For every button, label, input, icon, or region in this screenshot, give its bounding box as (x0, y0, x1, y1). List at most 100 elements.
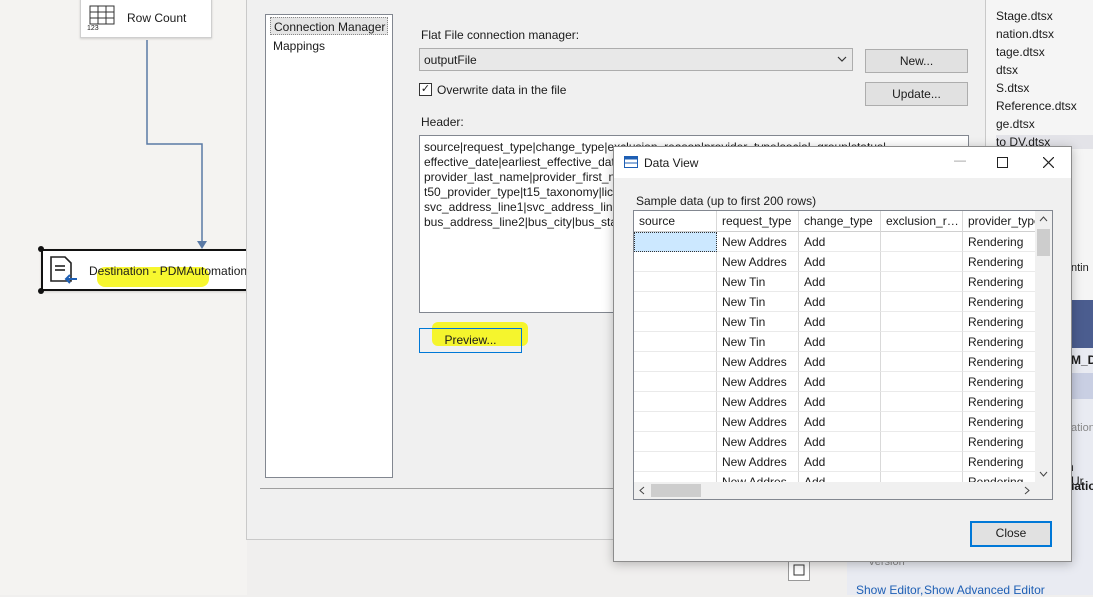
scroll-right-icon[interactable] (1024, 486, 1030, 495)
grid-cell[interactable] (634, 232, 717, 252)
grid-cell[interactable] (881, 272, 963, 292)
grid-cell[interactable] (881, 252, 963, 272)
grid-cell[interactable]: New Addres (717, 452, 799, 472)
package-file[interactable]: ge.dtsx (996, 117, 1035, 131)
grid-cell[interactable]: Add (799, 272, 881, 292)
grid-cell[interactable]: Rendering (963, 372, 1038, 392)
grid-cell[interactable]: Rendering (963, 412, 1038, 432)
grid-cell[interactable] (881, 352, 963, 372)
minimize-icon[interactable]: — (954, 153, 966, 167)
grid-cell[interactable]: New Tin (717, 332, 799, 352)
package-file[interactable]: S.dtsx (996, 81, 1029, 95)
header-line: bus_address_line2|bus_city|bus_state (424, 215, 628, 229)
grid-cell[interactable]: New Addres (717, 392, 799, 412)
vertical-scrollbar[interactable] (1035, 211, 1052, 483)
grid-cell[interactable]: Rendering (963, 272, 1038, 292)
scroll-down-icon[interactable] (1039, 471, 1048, 477)
grid-cell[interactable]: Add (799, 252, 881, 272)
grid-cell[interactable]: Add (799, 372, 881, 392)
package-file[interactable]: tage.dtsx (996, 45, 1045, 59)
grid-cell[interactable] (634, 352, 717, 372)
resize-handle[interactable] (38, 288, 44, 294)
grid-cell[interactable] (634, 432, 717, 452)
new-button[interactable]: New... (865, 49, 968, 73)
grid-cell[interactable]: New Addres (717, 232, 799, 252)
grid-cell[interactable]: Add (799, 312, 881, 332)
grid-cell[interactable]: New Addres (717, 352, 799, 372)
grid-cell[interactable]: Add (799, 392, 881, 412)
horizontal-scrollbar[interactable] (634, 482, 1052, 499)
grid-cell[interactable]: Rendering (963, 452, 1038, 472)
grid-cell[interactable]: New Tin (717, 312, 799, 332)
package-file[interactable]: dtsx (996, 63, 1018, 77)
grid-cell[interactable] (881, 232, 963, 252)
grid-cell[interactable] (881, 332, 963, 352)
column-header[interactable]: change_type (799, 211, 881, 232)
grid-cell[interactable]: New Addres (717, 372, 799, 392)
grid-cell[interactable]: Rendering (963, 332, 1038, 352)
grid-cell[interactable] (634, 312, 717, 332)
grid-cell[interactable]: Add (799, 412, 881, 432)
grid-cell[interactable]: New Tin (717, 272, 799, 292)
grid-cell[interactable] (881, 392, 963, 412)
maximize-icon[interactable] (997, 157, 1008, 168)
nav-item-mappings[interactable]: Mappings (270, 37, 388, 55)
preview-button[interactable]: Preview... (419, 328, 522, 353)
column-header[interactable]: source (634, 211, 717, 232)
scroll-left-icon[interactable] (639, 486, 645, 495)
grid-cell[interactable]: Rendering (963, 392, 1038, 412)
grid-cell[interactable]: Add (799, 332, 881, 352)
grid-cell[interactable] (634, 252, 717, 272)
grid-cell[interactable]: Add (799, 452, 881, 472)
column-header[interactable]: provider_type (963, 211, 1038, 232)
scroll-thumb[interactable] (1037, 229, 1050, 256)
zoom-fit-icon[interactable] (788, 559, 810, 581)
grid-cell[interactable] (881, 372, 963, 392)
grid-cell[interactable] (634, 392, 717, 412)
grid-cell[interactable] (881, 312, 963, 332)
grid-cell[interactable]: Rendering (963, 252, 1038, 272)
grid-cell[interactable]: New Addres (717, 252, 799, 272)
close-icon[interactable] (1043, 157, 1054, 168)
grid-cell[interactable]: Add (799, 352, 881, 372)
connection-manager-select[interactable]: outputFile (419, 48, 853, 71)
data-view-titlebar[interactable]: Data View — (614, 147, 1071, 178)
overwrite-checkbox[interactable]: ✓ (419, 83, 432, 96)
grid-cell[interactable] (634, 412, 717, 432)
grid-cell[interactable]: Add (799, 292, 881, 312)
data-grid[interactable]: provider_type exclusion_r… change_type requ… (633, 210, 1053, 500)
grid-cell[interactable]: Rendering (963, 432, 1038, 452)
column-header[interactable]: exclusion_r… (881, 211, 963, 232)
nav-item-connection-manager[interactable]: Connection Manager (270, 17, 388, 35)
package-file[interactable]: nation.dtsx (996, 27, 1054, 41)
grid-cell[interactable] (881, 452, 963, 472)
grid-cell[interactable] (881, 412, 963, 432)
grid-cell[interactable]: New Addres (717, 432, 799, 452)
update-button[interactable]: Update... (865, 82, 968, 106)
grid-cell[interactable] (634, 272, 717, 292)
grid-cell[interactable]: Rendering (963, 312, 1038, 332)
grid-cell[interactable] (881, 432, 963, 452)
grid-cell[interactable]: New Addres (717, 412, 799, 432)
grid-cell[interactable]: Rendering (963, 292, 1038, 312)
destination-task[interactable]: Destination - PDMAutomation_Y (41, 249, 262, 291)
grid-cell[interactable]: Add (799, 232, 881, 252)
grid-cell[interactable] (634, 372, 717, 392)
column-header[interactable]: request_type (717, 211, 799, 232)
scroll-up-icon[interactable] (1039, 216, 1048, 222)
grid-cell[interactable] (634, 292, 717, 312)
grid-cell[interactable] (634, 332, 717, 352)
grid-cell[interactable] (881, 292, 963, 312)
grid-cell[interactable]: Rendering (963, 232, 1038, 252)
grid-cell[interactable]: Add (799, 432, 881, 452)
grid-cell[interactable]: Rendering (963, 352, 1038, 372)
row-count-task[interactable]: 123 Row Count (80, 0, 212, 38)
close-button[interactable]: Close (970, 521, 1052, 547)
scroll-thumb[interactable] (651, 484, 701, 497)
package-file[interactable]: Reference.dtsx (996, 99, 1077, 113)
grid-cell[interactable]: New Tin (717, 292, 799, 312)
package-file[interactable]: Stage.dtsx (996, 9, 1053, 23)
grid-cell[interactable] (634, 452, 717, 472)
resize-handle[interactable] (38, 246, 44, 252)
editor-nav-list[interactable]: Connection Manager Mappings (265, 14, 393, 478)
